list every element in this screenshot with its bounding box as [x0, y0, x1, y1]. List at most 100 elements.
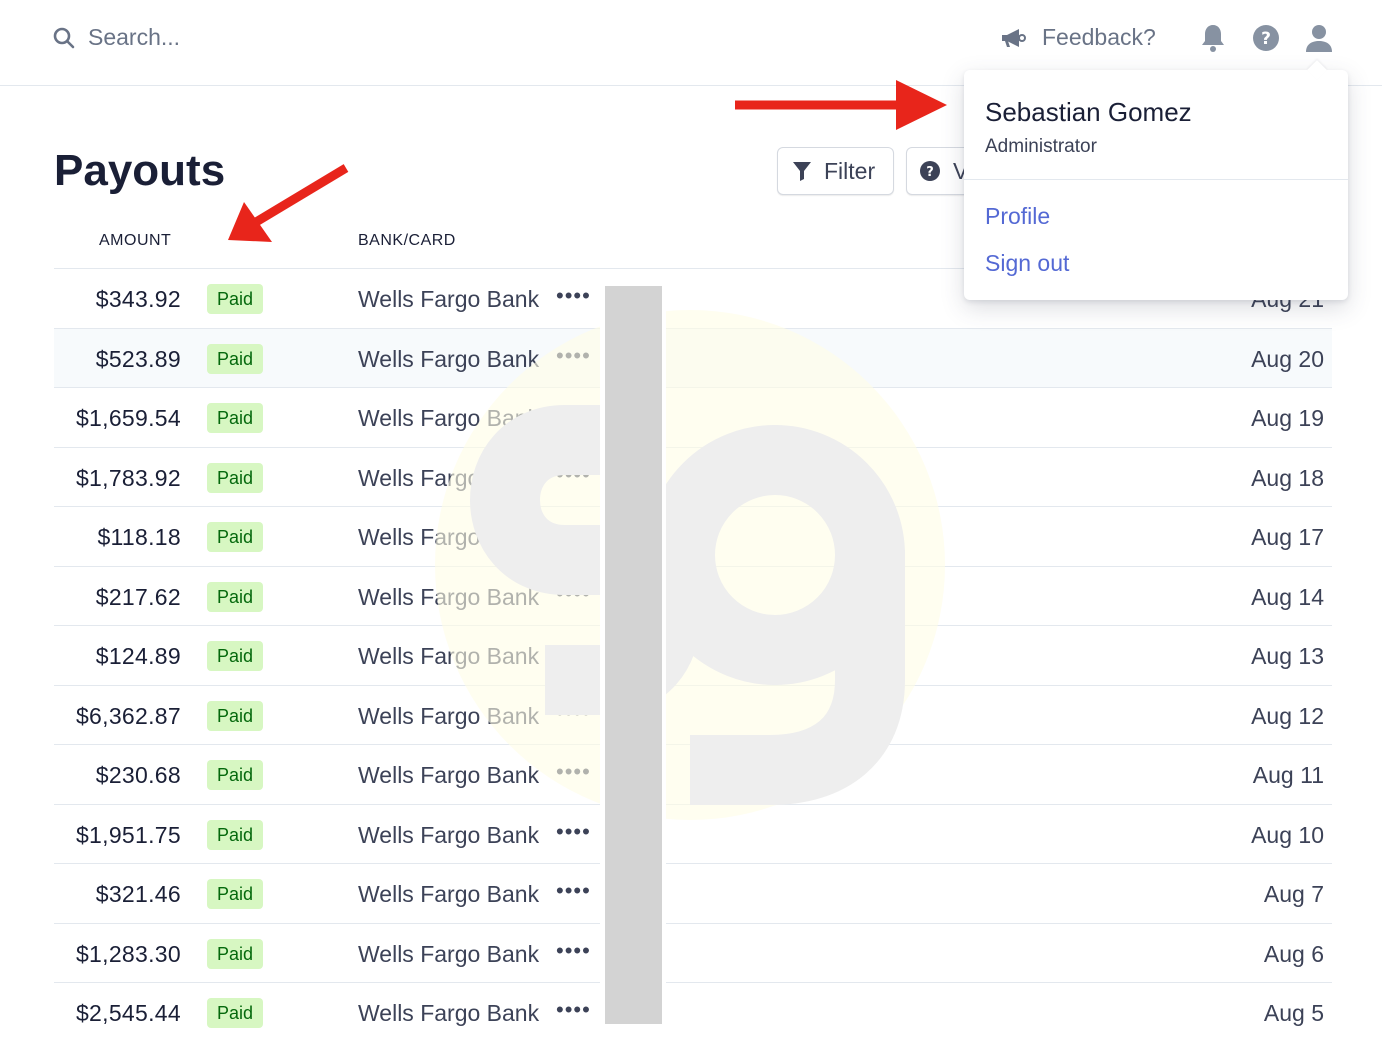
account-mask: •••• — [556, 402, 591, 427]
payout-date: Aug 19 — [1251, 405, 1324, 431]
payout-amount: $1,951.75 — [75, 821, 181, 848]
payout-amount: $217.62 — [95, 583, 181, 610]
bank-name: Wells Fargo Bank — [358, 702, 540, 729]
payout-amount: $321.46 — [95, 881, 181, 907]
table-row[interactable]: $230.68 Paid Wells Fargo Bank •••• Aug 11 — [54, 745, 1332, 805]
bank-name: Wells Fargo Bank — [358, 881, 540, 907]
page-title: Payouts — [54, 146, 226, 195]
megaphone-icon — [1002, 28, 1026, 47]
account-mask: •••• — [556, 937, 591, 963]
status-badge: Paid — [207, 760, 264, 790]
payout-amount: $2,545.44 — [75, 1000, 181, 1026]
user-role: Administrator — [985, 136, 1097, 157]
payout-date: Aug 7 — [1263, 881, 1324, 907]
account-mask: •••• — [556, 640, 591, 665]
table-row[interactable]: $321.46 Paid Wells Fargo Bank •••• Aug 7 — [54, 864, 1332, 924]
bank-name: Wells Fargo Bank — [358, 345, 540, 372]
status-badge: Paid — [207, 998, 264, 1028]
account-mask: •••• — [556, 283, 591, 308]
account-mask: •••• — [556, 818, 591, 844]
table-row[interactable]: $1,283.30 Paid Wells Fargo Bank •••• Aug 6 — [54, 924, 1332, 983]
search-input[interactable] — [88, 24, 348, 51]
table-row[interactable]: $2,545.44 Paid Wells Fargo Bank •••• Aug 5 — [54, 983, 1332, 1040]
table-row[interactable]: $6,362.87 Paid Wells Fargo Bank •••• Aug 12 — [54, 686, 1332, 745]
sign-out-link[interactable]: Sign out — [985, 250, 1069, 277]
status-badge: Paid — [207, 641, 264, 671]
payout-date: Aug 17 — [1251, 524, 1324, 550]
dropdown-divider — [964, 179, 1348, 180]
svg-text:?: ? — [1261, 29, 1271, 49]
bank-name: Wells Fargo Bank — [358, 583, 540, 610]
status-badge: Paid — [207, 403, 264, 433]
status-badge: Paid — [207, 581, 264, 612]
bank-name: Wells Fargo Bank — [358, 1000, 540, 1026]
annotation-arrow-icon — [228, 164, 349, 242]
bell-icon[interactable] — [1198, 22, 1228, 54]
account-mask: •••• — [556, 580, 591, 606]
svg-text:?: ? — [926, 165, 934, 180]
payout-date: Aug 5 — [1263, 1000, 1324, 1026]
payout-date: Aug 18 — [1251, 464, 1324, 491]
table-row[interactable]: $1,659.54 Paid Wells Fargo Bank •••• Aug 19 — [54, 388, 1332, 448]
bank-name: Wells Fargo Bank — [358, 821, 540, 848]
account-mask: •••• — [556, 878, 591, 903]
account-mask: •••• — [556, 759, 591, 784]
payout-amount: $118.18 — [97, 524, 181, 550]
redaction-bar — [605, 286, 662, 1024]
account-mask: •••• — [556, 997, 591, 1022]
table-row[interactable]: $118.18 Paid Wells Fargo Bank •••• Aug 17 — [54, 507, 1332, 567]
payouts-table: $343.92PaidWells Fargo Bank••••Aug 21$52… — [54, 269, 1332, 1040]
bank-name: Wells Fargo Bank — [358, 643, 540, 669]
feedback-label: Feedback? — [1042, 24, 1156, 50]
status-badge: Paid — [207, 462, 264, 493]
feedback-button[interactable]: Feedback? — [1000, 24, 1156, 51]
annotation-arrow-icon — [735, 80, 947, 130]
help-icon[interactable]: ? — [1251, 22, 1281, 54]
status-badge: Paid — [207, 879, 264, 909]
status-badge: Paid — [207, 343, 264, 374]
payout-date: Aug 6 — [1263, 940, 1324, 967]
payout-amount: $1,783.92 — [75, 464, 181, 491]
account-mask: •••• — [556, 521, 591, 546]
bank-name: Wells Fargo Bank — [358, 762, 540, 788]
payout-date: Aug 14 — [1251, 583, 1324, 610]
user-name: Sebastian Gomez — [985, 97, 1192, 127]
status-badge: Paid — [207, 522, 264, 552]
table-row[interactable]: $1,951.75 Paid Wells Fargo Bank •••• Aug 10 — [54, 805, 1332, 864]
bank-name: Wells Fargo Bank — [358, 405, 540, 431]
table-row[interactable]: $523.89 Paid Wells Fargo Bank •••• Aug 20 — [54, 328, 1332, 388]
filter-icon — [793, 162, 811, 181]
column-header-amount[interactable]: AMOUNT — [99, 232, 171, 250]
filter-label: Filter — [824, 157, 876, 184]
status-badge: Paid — [207, 819, 264, 850]
status-badge: Paid — [207, 700, 264, 731]
table-row[interactable]: $217.62 Paid Wells Fargo Bank •••• Aug 14 — [54, 567, 1332, 626]
user-menu-dropdown: Sebastian Gomez Administrator Profile Si… — [964, 60, 1348, 300]
status-badge: Paid — [207, 284, 264, 314]
payout-amount: $343.92 — [95, 286, 181, 312]
bank-name: Wells Fargo Bank — [358, 286, 540, 312]
payout-date: Aug 10 — [1251, 821, 1324, 848]
search-box[interactable] — [52, 24, 348, 51]
filter-button[interactable]: Filter — [777, 147, 894, 195]
payout-amount: $1,283.30 — [75, 940, 181, 967]
column-header-bank[interactable]: BANK/CARD — [358, 232, 456, 250]
profile-link[interactable]: Profile — [985, 203, 1050, 230]
bank-name: Wells Fargo Bank — [358, 464, 540, 491]
payout-date: Aug 20 — [1251, 345, 1324, 372]
payout-amount: $230.68 — [95, 762, 181, 788]
bank-name: Wells Fargo Bank — [358, 940, 540, 967]
table-row[interactable]: $124.89 Paid Wells Fargo Bank •••• Aug 13 — [54, 626, 1332, 686]
payout-amount: $1,659.54 — [75, 405, 181, 431]
payout-date: Aug 11 — [1252, 762, 1324, 788]
help-icon: ? — [920, 161, 940, 181]
table-row[interactable]: $1,783.92 Paid Wells Fargo Bank •••• Aug 18 — [54, 448, 1332, 507]
payout-amount: $124.89 — [95, 643, 181, 669]
status-badge: Paid — [207, 938, 264, 969]
payout-date: Aug 13 — [1251, 643, 1324, 669]
user-icon[interactable] — [1304, 22, 1334, 54]
payout-amount: $523.89 — [95, 345, 181, 372]
account-mask: •••• — [556, 699, 591, 725]
bank-name: Wells Fargo Bank — [358, 524, 540, 550]
account-mask: •••• — [556, 342, 591, 368]
